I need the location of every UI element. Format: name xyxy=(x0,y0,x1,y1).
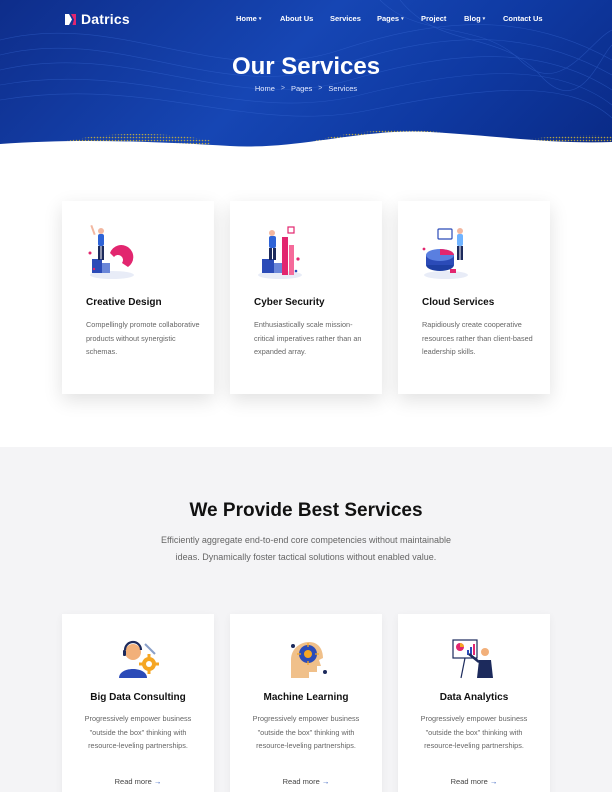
datrics-logo-icon xyxy=(65,13,76,25)
best-services-section: We Provide Best Services Efficiently agg… xyxy=(0,447,612,792)
breadcrumb-separator-icon: > xyxy=(318,85,323,92)
chevron-down-icon: ▾ xyxy=(258,15,262,22)
breadcrumb-home[interactable]: Home xyxy=(255,84,275,93)
chevron-down-icon: ▾ xyxy=(401,15,404,22)
service-card-title: Big Data Consulting xyxy=(90,692,186,703)
service-card-creative-design[interactable]: Creative Design Compellingly promote col… xyxy=(62,201,214,394)
creative-design-illustration-icon xyxy=(88,224,134,279)
read-more-link[interactable]: Read more → xyxy=(398,777,550,786)
nav-label-contact: Contact Us xyxy=(503,14,543,23)
nav-label-home: Home xyxy=(236,14,257,23)
main-nav: Home ▾ About Us Services Pages ▾ Project B… xyxy=(236,14,543,23)
brand-logo[interactable]: Datrics xyxy=(64,11,130,27)
service-card-title: Cloud Services xyxy=(422,297,495,308)
read-more-link[interactable]: Read more → xyxy=(230,777,382,786)
services-section: Creative Design Compellingly promote col… xyxy=(0,148,612,447)
page-title: Our Services xyxy=(231,53,381,80)
ai-head-icon xyxy=(291,642,327,678)
read-more-label: Read more xyxy=(282,777,320,786)
service-card-description: Rapidiously create cooperative resources… xyxy=(422,320,533,357)
nav-item-services[interactable]: Services xyxy=(330,14,377,23)
nav-item-contact[interactable]: Contact Us xyxy=(503,14,543,23)
analytics-presentation-icon xyxy=(452,639,493,679)
service-card-machine-learning[interactable]: Machine Learning Progressively empower b… xyxy=(230,614,382,792)
service-card-description: Progressively empower business "outside … xyxy=(252,714,360,750)
arrow-right-icon: → xyxy=(489,777,498,786)
breadcrumb-current: Services xyxy=(328,84,358,93)
read-more-label: Read more xyxy=(114,777,152,786)
service-card-description: Enthusiastically scale mission-critical … xyxy=(254,320,362,357)
arrow-right-icon: → xyxy=(153,777,162,786)
nav-item-project[interactable]: Project xyxy=(421,14,464,23)
breadcrumb-pages[interactable]: Pages xyxy=(291,84,312,93)
breadcrumb: Home > Pages > Services xyxy=(0,84,612,93)
service-card-cloud-services[interactable]: Cloud Services Rapidiously create cooper… xyxy=(398,201,550,394)
cyber-security-illustration-icon xyxy=(258,226,302,279)
service-card-data-analytics[interactable]: Data Analytics Progressively empower bus… xyxy=(398,614,550,792)
nav-item-blog[interactable]: Blog ▾ xyxy=(464,14,503,23)
service-card-description: Progressively empower business "outside … xyxy=(84,714,192,750)
consultant-gear-icon xyxy=(119,640,159,678)
cloud-services-illustration-icon xyxy=(422,228,468,279)
service-card-description: Progressively empower business "outside … xyxy=(420,714,528,750)
breadcrumb-separator-icon: > xyxy=(280,85,285,92)
chevron-down-icon: ▾ xyxy=(482,15,486,22)
section-description: Efficiently aggregate end-to-end core co… xyxy=(160,535,451,562)
hero-bottom-wave xyxy=(0,130,612,148)
nav-label-project: Project xyxy=(421,14,447,23)
nav-label-about: About Us xyxy=(280,14,314,23)
nav-label-pages: Pages xyxy=(377,14,400,23)
service-card-big-data-consulting[interactable]: Big Data Consulting Progressively empowe… xyxy=(62,614,214,792)
service-card-title: Machine Learning xyxy=(263,692,349,703)
read-more-label: Read more xyxy=(450,777,488,786)
service-card-title: Cyber Security xyxy=(254,297,325,308)
read-more-link[interactable]: Read more → xyxy=(62,777,214,786)
arrow-right-icon: → xyxy=(321,777,330,786)
nav-item-home[interactable]: Home ▾ xyxy=(236,14,280,23)
page-hero: Datrics Home ▾ About Us Services Pages ▾ P… xyxy=(0,0,612,148)
service-card-title: Creative Design xyxy=(86,297,162,308)
nav-item-about[interactable]: About Us xyxy=(280,14,330,23)
nav-label-blog: Blog xyxy=(464,14,481,23)
service-card-title: Data Analytics xyxy=(439,692,509,703)
nav-label-services: Services xyxy=(330,14,361,23)
service-card-cyber-security[interactable]: Cyber Security Enthusiastically scale mi… xyxy=(230,201,382,394)
brand-name: Datrics xyxy=(81,11,130,27)
service-card-description: Compellingly promote collaborative produ… xyxy=(86,320,200,357)
section-heading: We Provide Best Services xyxy=(189,500,423,521)
nav-item-pages[interactable]: Pages ▾ xyxy=(377,14,421,23)
